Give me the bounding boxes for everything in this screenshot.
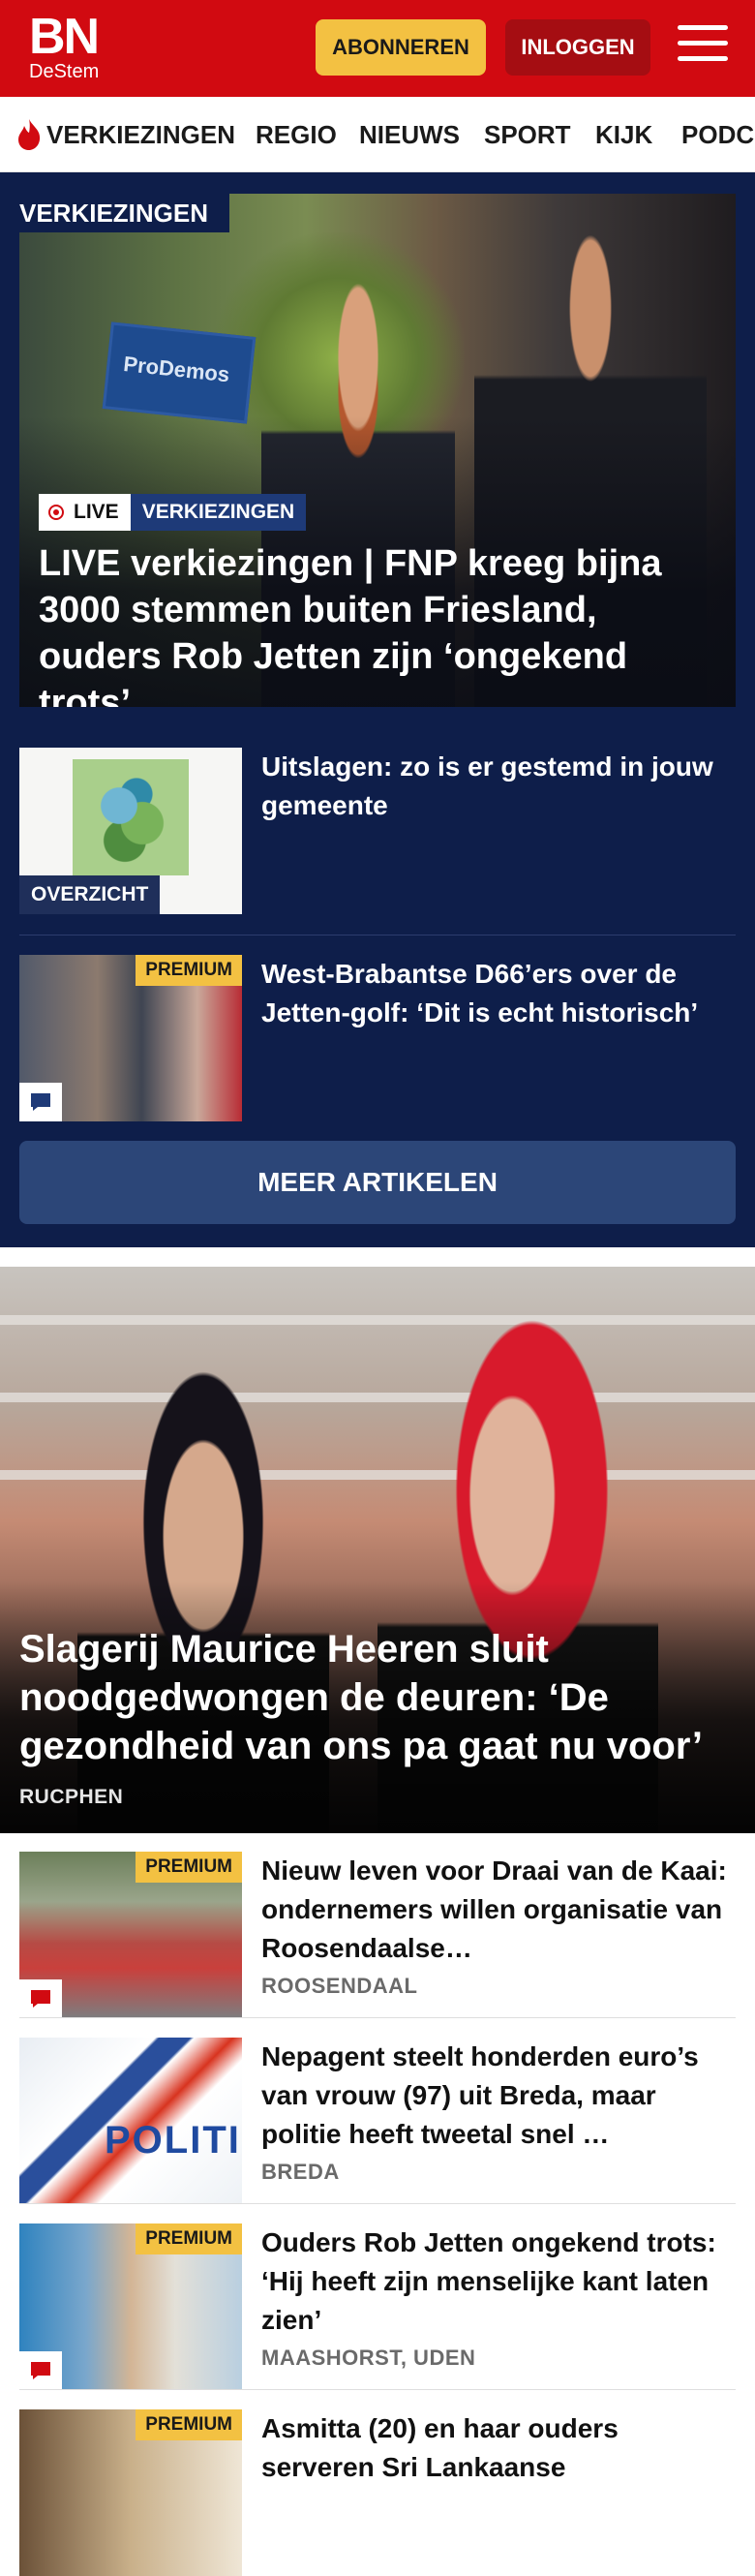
live-dot-icon	[48, 505, 64, 520]
premium-badge: PREMIUM	[136, 955, 242, 986]
site-logo[interactable]: BN DeStem	[29, 9, 100, 82]
list-item[interactable]: POLITIE Nepagent steelt honderden euro’s…	[19, 2038, 736, 2204]
comment-icon	[19, 1979, 62, 2018]
article-location: BREDA	[261, 2160, 340, 2184]
article-location: MAASHORST, UDEN	[261, 2346, 476, 2370]
article-title[interactable]: Nepagent steelt honderden euro’s van vro…	[261, 2038, 736, 2154]
comment-icon	[19, 2351, 62, 2390]
section-label-text: VERKIEZINGEN	[19, 198, 209, 228]
article-title[interactable]: Nieuw leven voor Draai van de Kaai: onde…	[261, 1852, 736, 1968]
article-title[interactable]: Uitslagen: zo is er gestemd in jouw geme…	[261, 748, 736, 825]
login-button[interactable]: INLOGGEN	[505, 19, 650, 76]
nav-item-verkiezingen[interactable]: VERKIEZINGEN	[15, 97, 236, 171]
netherlands-map-icon	[73, 759, 189, 875]
article-thumbnail: POLITIE	[19, 2038, 242, 2204]
hero-sign-text: ProDemos	[122, 352, 231, 387]
nav-item-sport[interactable]: SPORT	[484, 97, 571, 171]
article-thumbnail: PREMIUM	[19, 1852, 242, 2018]
divider	[19, 2017, 736, 2018]
article-title[interactable]: West-Brabantse D66’ers over de Jetten-go…	[261, 955, 736, 1032]
divider	[19, 2389, 736, 2390]
speech-bubble-icon	[31, 2362, 50, 2379]
premium-badge: PREMIUM	[136, 2223, 242, 2254]
hero-article[interactable]: ProDemos VERKIEZINGEN LIVE VERKIEZINGEN …	[19, 194, 736, 707]
premium-badge: PREMIUM	[136, 1852, 242, 1883]
top-bar: BN DeStem ABONNEREN INLOGGEN	[0, 0, 755, 97]
article-row[interactable]: OVERZICHT Uitslagen: zo is er gestemd in…	[19, 748, 736, 914]
nav-item-nieuws[interactable]: NIEUWS	[359, 97, 460, 171]
logo-sub: DeStem	[29, 61, 100, 82]
topic-badge: VERKIEZINGEN	[130, 494, 307, 531]
article-title[interactable]: Asmitta (20) en haar ouders serveren Sri…	[261, 2409, 736, 2487]
nav-label: VERKIEZINGEN	[46, 119, 236, 149]
feature-title[interactable]: Slagerij Maurice Heeren sluit noodgedwon…	[19, 1625, 736, 1770]
subscribe-button[interactable]: ABONNEREN	[316, 19, 486, 76]
comment-icon	[19, 1083, 62, 1121]
article-thumbnail: PREMIUM	[19, 955, 242, 1121]
nav-item-regio[interactable]: REGIO	[256, 97, 337, 171]
speech-bubble-icon	[31, 1990, 50, 2008]
article-row[interactable]: PREMIUM West-Brabantse D66’ers over de J…	[19, 955, 736, 1121]
article-title[interactable]: Ouders Rob Jetten ongekend trots: ‘Hij h…	[261, 2223, 736, 2340]
menu-icon[interactable]	[678, 25, 728, 70]
list-item[interactable]: PREMIUM Ouders Rob Jetten ongekend trots…	[19, 2223, 736, 2390]
thumbnail-text: POLITIE	[105, 2119, 242, 2162]
hero-tags: LIVE VERKIEZINGEN	[39, 494, 307, 531]
map-thumbnail: OVERZICHT	[19, 748, 242, 914]
feature-location: RUCPHEN	[19, 1786, 124, 1808]
list-item[interactable]: PREMIUM Nieuw leven voor Draai van de Ka…	[19, 1852, 736, 2018]
nav-item-podcast[interactable]: PODC	[681, 97, 754, 171]
nav-item-kijk[interactable]: KIJK	[595, 97, 652, 171]
divider	[19, 2203, 736, 2204]
article-thumbnail: PREMIUM	[19, 2223, 242, 2390]
more-articles-button[interactable]: MEER ARTIKELEN	[19, 1141, 736, 1224]
live-badge: LIVE	[39, 494, 131, 531]
article-thumbnail: PREMIUM	[19, 2409, 242, 2576]
speech-bubble-icon	[31, 1093, 50, 1111]
main-nav: VERKIEZINGEN REGIO NIEUWS SPORT KIJK POD…	[0, 97, 755, 172]
logo-main: BN	[29, 9, 100, 65]
feature-article[interactable]: Slagerij Maurice Heeren sluit noodgedwon…	[0, 1267, 755, 1833]
hero-image-sign: ProDemos	[102, 322, 257, 424]
section-label: VERKIEZINGEN	[19, 194, 230, 232]
list-item[interactable]: PREMIUM Asmitta (20) en haar ouders serv…	[19, 2409, 736, 2576]
overview-badge: OVERZICHT	[19, 875, 161, 914]
flame-icon	[18, 119, 41, 150]
premium-badge: PREMIUM	[136, 2409, 242, 2440]
elections-section: ProDemos VERKIEZINGEN LIVE VERKIEZINGEN …	[0, 172, 755, 1247]
live-label: LIVE	[74, 501, 119, 523]
article-location: ROOSENDAAL	[261, 1974, 418, 1998]
hero-title[interactable]: LIVE verkiezingen | FNP kreeg bijna 3000…	[39, 540, 726, 707]
